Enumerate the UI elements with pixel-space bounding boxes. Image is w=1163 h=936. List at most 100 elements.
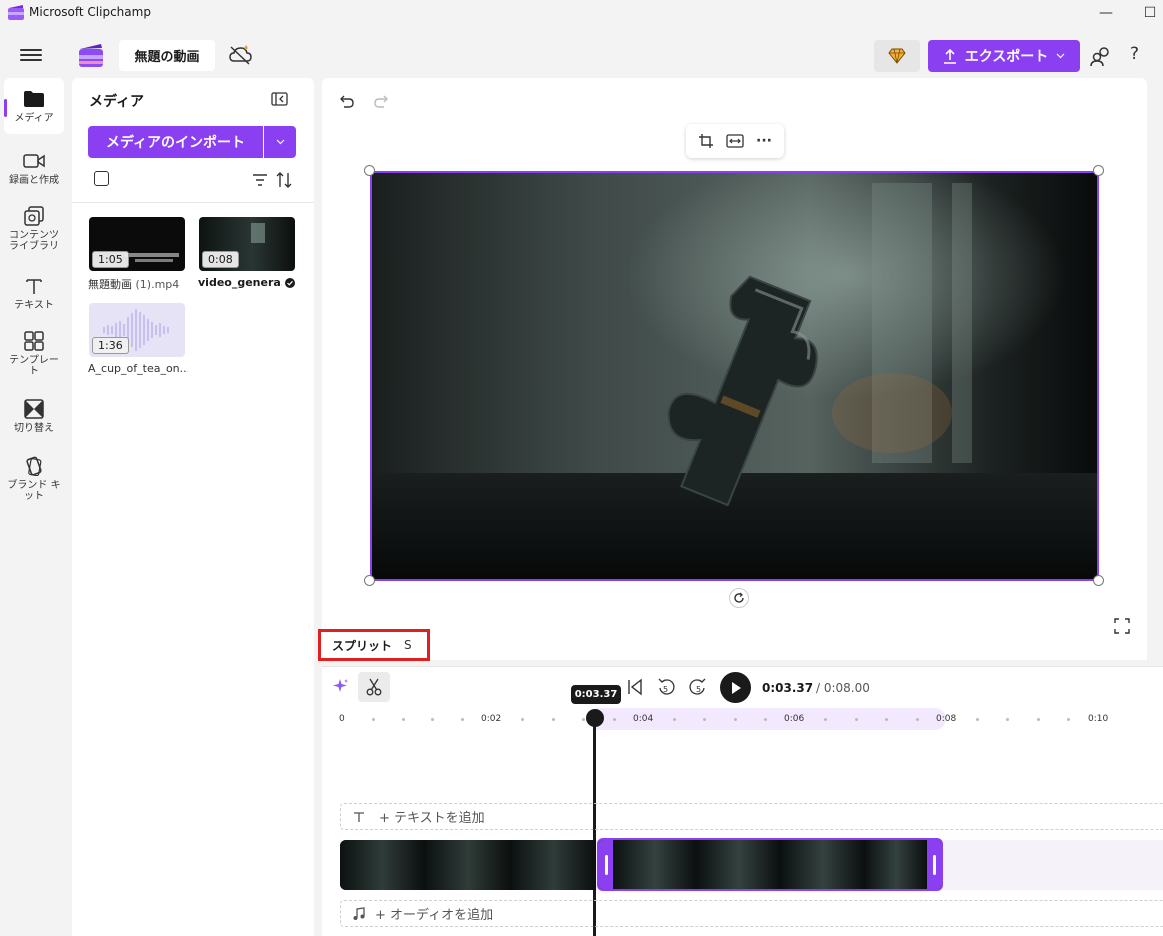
play-icon	[731, 681, 741, 694]
ruler-tick	[372, 718, 375, 721]
forward-5-button[interactable]: 5	[688, 677, 708, 697]
more-icon[interactable]: ···	[756, 133, 772, 149]
help-icon[interactable]: ?	[1130, 44, 1139, 64]
video-clip-selected[interactable]	[597, 838, 943, 891]
ruler-label: 0:08	[936, 714, 957, 724]
add-text-track[interactable]: + テキストを追加	[340, 803, 1163, 830]
filmstrip-frame	[510, 840, 596, 890]
premium-button[interactable]	[874, 40, 920, 72]
split-tooltip: スプリット S	[318, 629, 430, 661]
check-circle-icon	[285, 278, 295, 288]
chevron-down-icon	[276, 139, 284, 145]
split-button[interactable]	[358, 672, 390, 702]
maximize-button[interactable]: ☐	[1130, 0, 1163, 26]
subtitle-strip	[125, 253, 179, 257]
media-asset-name: video_genera...	[198, 276, 282, 289]
rewind-5-button[interactable]: 5	[656, 677, 676, 697]
sort-icon[interactable]	[275, 171, 293, 189]
rotate-button[interactable]	[729, 588, 749, 608]
resize-handle[interactable]	[364, 165, 375, 176]
ruler-tick	[764, 718, 767, 721]
ruler-tick	[402, 718, 405, 721]
skip-to-start-icon[interactable]	[625, 677, 645, 697]
playhead-handle[interactable]	[586, 709, 604, 727]
ruler-tick	[703, 718, 706, 721]
resize-handle[interactable]	[1093, 575, 1104, 586]
clip-trim-handle-right[interactable]	[927, 840, 941, 889]
filter-icon[interactable]	[252, 173, 268, 187]
duration-badge: 1:36	[92, 337, 129, 354]
import-media-button[interactable]: メディアのインポート	[88, 126, 263, 158]
video-preview[interactable]	[370, 171, 1099, 581]
forward-seconds: 5	[696, 685, 702, 694]
nav-label: テキスト	[14, 300, 54, 311]
camera-icon	[23, 150, 45, 172]
play-button[interactable]	[720, 672, 751, 703]
nav-media[interactable]: メディア	[4, 78, 64, 134]
nav-record-create[interactable]: 録画と作成	[4, 150, 64, 186]
ruler-label: 0:04	[633, 714, 654, 724]
media-panel	[72, 78, 314, 936]
fullscreen-icon[interactable]	[1114, 618, 1130, 634]
fit-icon[interactable]	[726, 134, 744, 148]
timeline-divider	[322, 666, 1163, 667]
ai-sparkle-icon[interactable]	[333, 678, 349, 694]
minimize-button[interactable]: —	[1086, 0, 1126, 26]
title-bar	[0, 0, 1163, 26]
resize-handle[interactable]	[364, 575, 375, 586]
select-all-checkbox[interactable]	[94, 171, 109, 186]
transitions-icon	[23, 398, 45, 420]
export-label: エクスポート	[964, 49, 1049, 65]
ruler-tick	[582, 718, 585, 721]
share-people-icon[interactable]	[1090, 46, 1112, 68]
total-time: / 0:08.00	[816, 681, 870, 695]
video-toolbar: ···	[686, 124, 784, 158]
undo-icon[interactable]	[338, 93, 354, 109]
nav-label: 録画と作成	[9, 175, 59, 186]
export-button[interactable]: エクスポート	[928, 40, 1080, 72]
split-label: スプリット	[332, 638, 393, 653]
ruler-label: 0:06	[784, 714, 805, 724]
menu-icon[interactable]	[20, 46, 42, 64]
resize-handle[interactable]	[1093, 165, 1104, 176]
scissors-icon	[366, 678, 382, 696]
ruler-label: 0	[339, 714, 345, 724]
ruler-tick	[673, 718, 676, 721]
split-shortcut: S	[404, 638, 412, 652]
ruler-label: 0:02	[481, 714, 502, 724]
panel-divider	[72, 202, 314, 203]
ruler-tick	[461, 718, 464, 721]
redo-icon[interactable]	[374, 93, 390, 109]
nav-brand-kit[interactable]: ブランド キット	[4, 455, 64, 502]
video-clip-left[interactable]	[340, 840, 596, 890]
filmstrip-frame	[340, 840, 426, 890]
brand-kit-icon	[23, 455, 45, 477]
ruler-tick	[1006, 718, 1009, 721]
upload-icon	[943, 48, 956, 64]
asset-name: 無題動画	[88, 278, 132, 291]
nav-templates[interactable]: テンプレー ト	[4, 330, 64, 377]
nav-text[interactable]: テキスト	[4, 275, 64, 311]
nav-transitions[interactable]: 切り替え	[4, 398, 64, 434]
ruler-tick	[976, 718, 979, 721]
add-audio-track[interactable]: + オーディオを追加	[340, 900, 1163, 927]
import-dropdown-button[interactable]	[264, 126, 296, 158]
nav-content-library[interactable]: コンテンツ ライブラリ	[4, 205, 64, 252]
media-asset-thumbnail[interactable]: 1:36	[89, 303, 185, 357]
collapse-panel-icon[interactable]	[271, 92, 288, 106]
clip-trim-handle-left[interactable]	[599, 840, 613, 889]
nav-active-indicator	[4, 99, 7, 117]
cloud-off-icon[interactable]	[228, 44, 254, 66]
rewind-seconds: 5	[663, 685, 669, 694]
crop-icon[interactable]	[698, 133, 714, 149]
library-icon	[23, 205, 45, 227]
playhead-time-tooltip: 0:03.37	[571, 685, 621, 704]
premium-diamond-icon	[888, 48, 906, 64]
ruler-tick	[855, 718, 858, 721]
clipchamp-logo	[79, 44, 103, 67]
media-asset-thumbnail[interactable]: 1:05	[89, 217, 185, 271]
media-asset-thumbnail[interactable]: 0:08	[199, 217, 295, 271]
rotate-icon	[734, 592, 744, 603]
nav-label: ブランド キット	[7, 480, 61, 502]
project-name-tab[interactable]: 無題の動画	[119, 40, 215, 71]
